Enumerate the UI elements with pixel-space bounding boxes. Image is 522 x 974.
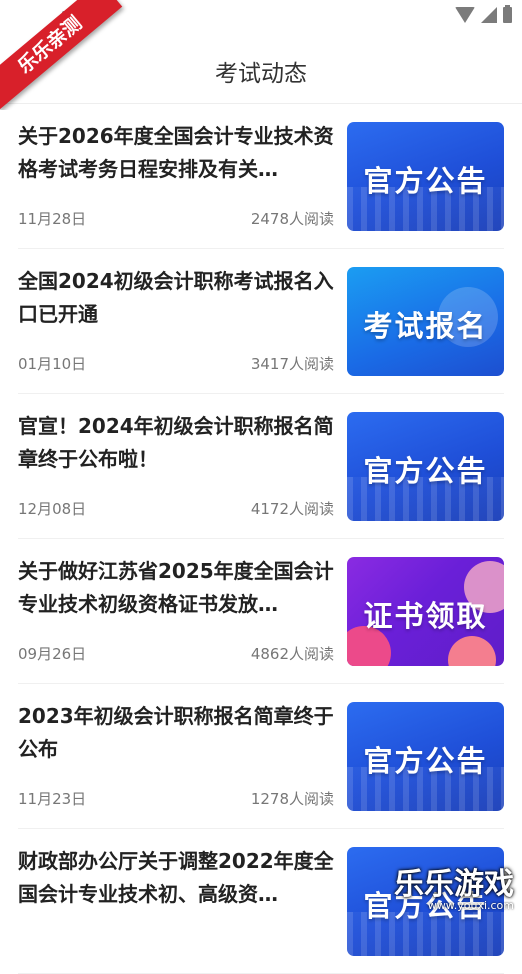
news-date: 01月10日 — [18, 353, 86, 374]
news-date: 11月28日 — [18, 208, 86, 229]
news-thumbnail: 官方公告 — [347, 122, 504, 231]
news-item[interactable]: 全国2024初级会计职称考试报名入口已开通 01月10日 3417人阅读考试报名 — [18, 249, 504, 394]
battery-icon — [503, 7, 512, 23]
news-thumbnail: 官方公告 — [347, 412, 504, 521]
news-thumbnail: 考试报名 — [347, 267, 504, 376]
news-title: 关于2026年度全国会计专业技术资格考试考务日程安排及有关… — [18, 120, 334, 186]
news-title: 全国2024初级会计职称考试报名入口已开通 — [18, 265, 334, 331]
news-item[interactable]: 关于2026年度全国会计专业技术资格考试考务日程安排及有关… 11月28日 2478… — [18, 104, 504, 249]
ribbon-label: 乐乐亲测 — [0, 0, 122, 109]
thumbnail-decoration — [448, 636, 496, 666]
news-read-count: 4862人阅读 — [228, 643, 334, 664]
news-read-count: 2478人阅读 — [228, 208, 334, 229]
thumbnail-label: 官方公告 — [347, 448, 504, 490]
news-list: 关于2026年度全国会计专业技术资格考试考务日程安排及有关… 11月28日 2478… — [0, 104, 522, 974]
thumbnail-label: 官方公告 — [347, 158, 504, 200]
news-date: 09月26日 — [18, 643, 86, 664]
status-icons — [455, 7, 512, 23]
watermark-text: 乐乐游戏 — [394, 859, 514, 903]
news-thumbnail: 证书领取 — [347, 557, 504, 666]
wifi-icon — [455, 7, 475, 23]
news-item[interactable]: 官宣！2024年初级会计职称报名简章终于公布啦！ 12月08日 4172人阅读官方公… — [18, 394, 504, 539]
news-title: 官宣！2024年初级会计职称报名简章终于公布啦！ — [18, 410, 334, 476]
thumbnail-label: 证书领取 — [347, 593, 504, 635]
news-title: 财政部办公厅关于调整2022年度全国会计专业技术初、高级资… — [18, 845, 334, 911]
news-item[interactable]: 2023年初级会计职称报名简章终于公布 11月23日 1278人阅读官方公告 — [18, 684, 504, 829]
thumbnail-label: 官方公告 — [347, 738, 504, 780]
news-read-count: 4172人阅读 — [228, 498, 334, 519]
news-read-count: 1278人阅读 — [228, 788, 334, 809]
watermark: 乐乐游戏 www.youxi.com — [394, 859, 514, 912]
news-thumbnail: 官方公告 — [347, 702, 504, 811]
news-date: 11月23日 — [18, 788, 86, 809]
news-title: 关于做好江苏省2025年度全国会计专业技术初级资格证书发放… — [18, 555, 334, 621]
news-item[interactable]: 关于做好江苏省2025年度全国会计专业技术初级资格证书发放… 09月26日 4862… — [18, 539, 504, 684]
news-title: 2023年初级会计职称报名简章终于公布 — [18, 700, 334, 766]
thumbnail-label: 考试报名 — [347, 303, 504, 345]
corner-ribbon: 乐乐亲测 — [0, 0, 130, 110]
signal-icon — [481, 7, 497, 23]
news-date: 12月08日 — [18, 498, 86, 519]
news-read-count: 3417人阅读 — [228, 353, 334, 374]
